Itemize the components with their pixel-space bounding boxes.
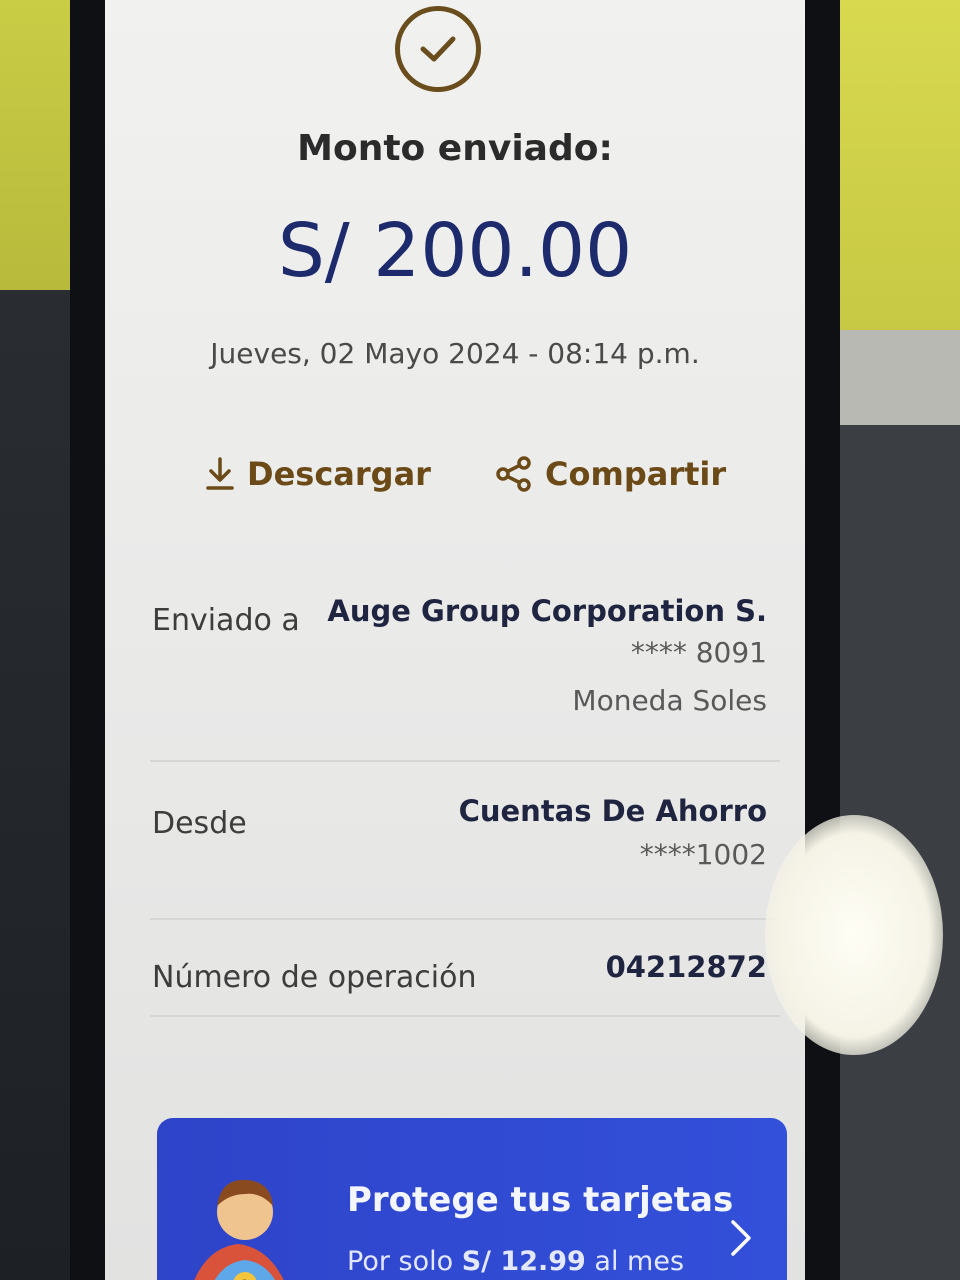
operation-number-value: 04212872 — [605, 950, 767, 984]
recipient-account: **** 8091 — [630, 636, 767, 669]
source-account-type: Cuentas De Ahorro — [458, 794, 767, 828]
download-label: Descargar — [247, 455, 431, 493]
promo-subtitle-suffix: al mes — [585, 1246, 685, 1277]
divider — [150, 1015, 780, 1017]
chevron-right-icon — [731, 1220, 751, 1256]
source-account-number: ****1002 — [639, 838, 767, 871]
operation-number-label: Número de operación — [152, 960, 477, 995]
receipt-title: Monto enviado: — [297, 128, 613, 169]
promo-price: S/ 12.99 — [461, 1246, 586, 1277]
share-label: Compartir — [545, 455, 727, 493]
amount-sent: S/ 200.00 — [277, 208, 633, 294]
promo-subtitle: Por solo S/ 12.99 al mes — [347, 1246, 684, 1277]
share-icon — [496, 456, 531, 492]
download-button[interactable]: Descargar — [205, 455, 431, 493]
card-protection-promo-banner[interactable]: 1 Protege tus tarjetas Por solo S/ 12.99… — [157, 1118, 787, 1280]
divider — [150, 760, 780, 762]
download-icon — [206, 457, 234, 490]
light-glare — [765, 815, 943, 1055]
superhero-mascot-icon: 1 — [194, 1179, 284, 1280]
photo-scene: Monto enviado: S/ 200.00 Jueves, 02 Mayo… — [0, 0, 960, 1280]
from-label: Desde — [152, 806, 247, 841]
phone-screen: Monto enviado: S/ 200.00 Jueves, 02 Mayo… — [105, 0, 805, 1280]
divider — [150, 918, 780, 920]
background-shelf — [820, 330, 960, 425]
promo-title: Protege tus tarjetas — [347, 1180, 734, 1220]
promo-subtitle-prefix: Por solo — [347, 1246, 462, 1277]
transaction-datetime: Jueves, 02 Mayo 2024 - 08:14 p.m. — [210, 337, 700, 370]
check-circle-icon — [395, 6, 481, 92]
recipient-currency: Moneda Soles — [572, 684, 767, 717]
share-button[interactable]: Compartir — [495, 455, 726, 493]
recipient-name: Auge Group Corporation S. — [327, 594, 767, 628]
sent-to-label: Enviado a — [152, 603, 300, 638]
